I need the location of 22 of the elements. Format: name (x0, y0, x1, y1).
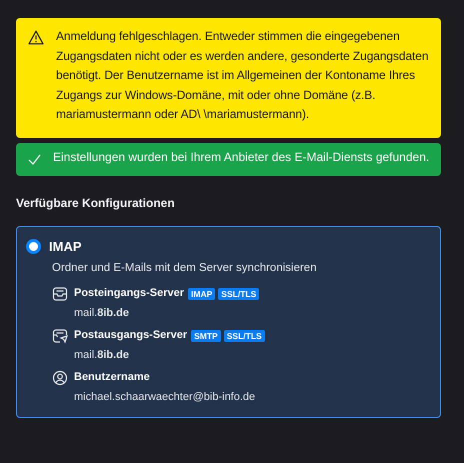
radio-button[interactable] (26, 238, 41, 254)
success-message: Einstellungen wurden bei Ihrem Anbieter des E-Mail-Diensts gefunden. (53, 148, 430, 166)
configuration-title: IMAP (49, 238, 82, 256)
warning-icon (28, 30, 44, 45)
user-icon (52, 370, 68, 386)
detail-label: Benutzername (74, 370, 150, 386)
protocol-tag: SSL/TLS (224, 330, 265, 342)
protocol-tag: SSL/TLS (218, 288, 260, 300)
detail-value: mail.8ib.de (74, 306, 130, 321)
detail-value: michael.schaarwaechter@bib-info.de (74, 390, 256, 405)
section-title: Verfügbare Konfigurationen (16, 194, 176, 212)
protocol-tag: SMTP (191, 330, 221, 342)
detail-label: Postausgangs-Server (74, 328, 188, 344)
detail-label: Posteingangs-Server (74, 286, 184, 302)
protocol-tag: IMAP (188, 288, 216, 300)
check-icon (28, 154, 41, 164)
mail-send-icon (52, 328, 68, 344)
inbox-icon (52, 286, 68, 302)
detail-value: mail.8ib.de (74, 348, 130, 363)
configuration-card[interactable]: IMAP Ordner und E-Mails mit dem Server synchronisieren Posteingangs-Server IMAP SSL/TLS mail.8ib.de Postausgangs-Server SMTP SSL/TLS mail.8ib.de Benutzername michael.schaarwaechter@bib-info.de (16, 226, 441, 418)
warning-message: Anmeldung fehlgeschlagen. Entweder stimmen die eingegebenen Zugangsdaten nicht oder es werden andere, gesonderte Zugangsdaten benötigt. Der Benutzername ist im Allgemeinen der Kontoname Ihres Zugangs zur Windows-Domäne, mit oder ohne Domäne (z.B. mariamustermann oder AD\ \mariamustermann). (56, 28, 430, 123)
configuration-description: Ordner und E-Mails mit dem Server synchronisieren (52, 261, 318, 276)
